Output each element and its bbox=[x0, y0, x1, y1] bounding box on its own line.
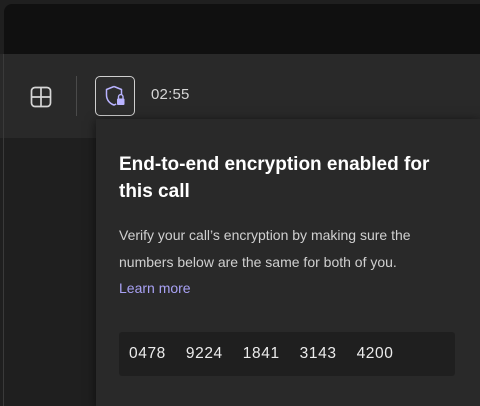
code-group: 3143 bbox=[299, 345, 337, 362]
code-group: 9224 bbox=[185, 345, 223, 362]
encryption-button[interactable] bbox=[95, 76, 135, 116]
code-group: 1841 bbox=[242, 345, 280, 362]
gallery-grid-icon bbox=[30, 86, 52, 108]
popover-title: End-to-end encryption enabled for this c… bbox=[119, 154, 430, 202]
call-timer: 02:55 bbox=[151, 86, 190, 103]
encryption-popover: End-to-end encryption enabled for this c… bbox=[96, 119, 480, 406]
call-window: 02:55 End-to-end encryption enabled for … bbox=[0, 0, 480, 406]
learn-more-link[interactable]: Learn more bbox=[119, 276, 191, 300]
window-border bbox=[3, 54, 4, 406]
code-group: 0478 bbox=[129, 345, 166, 362]
popover-content: End-to-end encryption enabled for this c… bbox=[119, 151, 464, 300]
shield-lock-icon bbox=[105, 85, 125, 106]
gallery-view-button[interactable] bbox=[26, 82, 56, 112]
encryption-code-box: 0478 9224 1841 3143 4200 bbox=[119, 332, 455, 376]
popover-description: Verify your call’s encryption by making … bbox=[119, 227, 411, 270]
code-group: 4200 bbox=[356, 345, 394, 362]
toolbar-divider bbox=[76, 76, 77, 116]
title-bar bbox=[4, 4, 480, 54]
